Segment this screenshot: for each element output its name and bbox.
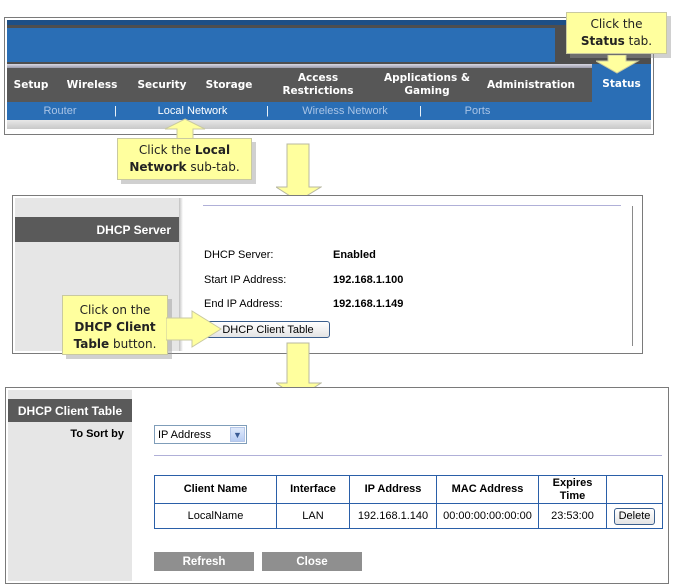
delete-button[interactable]: Delete [614,507,655,525]
subtab-wireless-network[interactable]: Wireless Network [290,102,400,120]
table-row: LocalName LAN 192.168.1.140 00:00:00:00:… [154,503,663,529]
callout-bold-text: Network [129,160,187,174]
tab-access-restrictions[interactable]: Access Restrictions [271,68,365,102]
dhcp-server-label: DHCP Server: [204,249,274,261]
dhcp-server-value: Enabled [333,249,376,261]
client-table-section-title: DHCP Client Table [8,399,132,422]
callout-arrow-right-icon [166,310,222,348]
section-divider [154,455,662,456]
column-header-mac-address: MAC Address [436,475,539,504]
tab-setup[interactable]: Setup [9,68,53,102]
callout-text: sub-tab. [190,160,240,174]
close-button[interactable]: Close [262,552,362,571]
callout-text: Click the [138,143,192,157]
callout-text: Click the [590,17,643,31]
subtab-separator: | [266,105,269,117]
callout-local-network: Click the Local Network sub-tab. [117,138,252,180]
tab-applications-gaming[interactable]: Applications & Gaming [377,68,477,102]
callout-text: button. [113,337,157,351]
cell-client-name: LocalName [154,503,277,529]
tab-security[interactable]: Security [131,68,193,102]
dhcp-client-table-panel: DHCP Client Table To Sort by IP Address … [5,387,669,584]
callout-bold-text: Local [194,143,231,157]
flow-arrow-down-icon [276,143,322,202]
column-header-action [606,475,663,504]
callout-bold-text: Status [580,34,625,48]
tab-wireless[interactable]: Wireless [60,68,124,102]
header-bottom-strip [7,120,651,129]
sort-by-select[interactable]: IP Address ▼ [154,425,247,444]
panel-scroll-edge [632,206,633,346]
cell-ip-address: 192.168.1.140 [349,503,437,529]
sort-by-selected-value: IP Address [158,428,211,441]
subtab-separator: | [419,105,422,117]
callout-dhcp-client-table: Click on the DHCP Client Table button. [62,295,168,355]
tab-storage[interactable]: Storage [199,68,259,102]
callout-text: tab. [628,34,653,48]
sort-by-label: To Sort by [70,428,124,440]
router-header-panel: Setup Wireless Security Storage Access R… [4,17,654,135]
client-table: Client Name Interface IP Address MAC Add… [154,475,663,529]
subtab-router[interactable]: Router [25,102,95,120]
start-ip-value: 192.168.1.100 [333,274,404,286]
cell-expires-time: 23:53:00 [538,503,607,529]
tab-administration[interactable]: Administration [481,68,581,102]
cell-action: Delete [606,503,663,529]
chevron-down-icon[interactable]: ▼ [230,427,245,442]
column-header-interface: Interface [276,475,350,504]
table-header-row: Client Name Interface IP Address MAC Add… [154,475,663,504]
callout-bold-text: DHCP Client [74,320,156,334]
callout-status-tab: Click the Status tab. [566,12,667,54]
cell-interface: LAN [276,503,350,529]
cell-mac-address: 00:00:00:00:00:00 [436,503,539,529]
column-header-client-name: Client Name [154,475,277,504]
column-header-expires-time: Expires Time [538,475,607,504]
end-ip-label: End IP Address: [204,298,283,310]
callout-arrow-down-icon [596,55,640,74]
callout-bold-text: Table [73,337,110,351]
start-ip-label: Start IP Address: [204,274,287,286]
refresh-button[interactable]: Refresh [154,552,254,571]
end-ip-value: 192.168.1.149 [333,298,404,310]
dhcp-client-table-button[interactable]: DHCP Client Table [206,321,330,338]
subtab-ports[interactable]: Ports [455,102,500,120]
dhcp-server-section-title: DHCP Server [15,217,179,242]
callout-text: Click on the [79,303,151,317]
section-divider [203,205,621,206]
subtab-separator: | [114,105,117,117]
callout-arrow-up-icon [164,118,206,140]
column-header-ip-address: IP Address [349,475,437,504]
